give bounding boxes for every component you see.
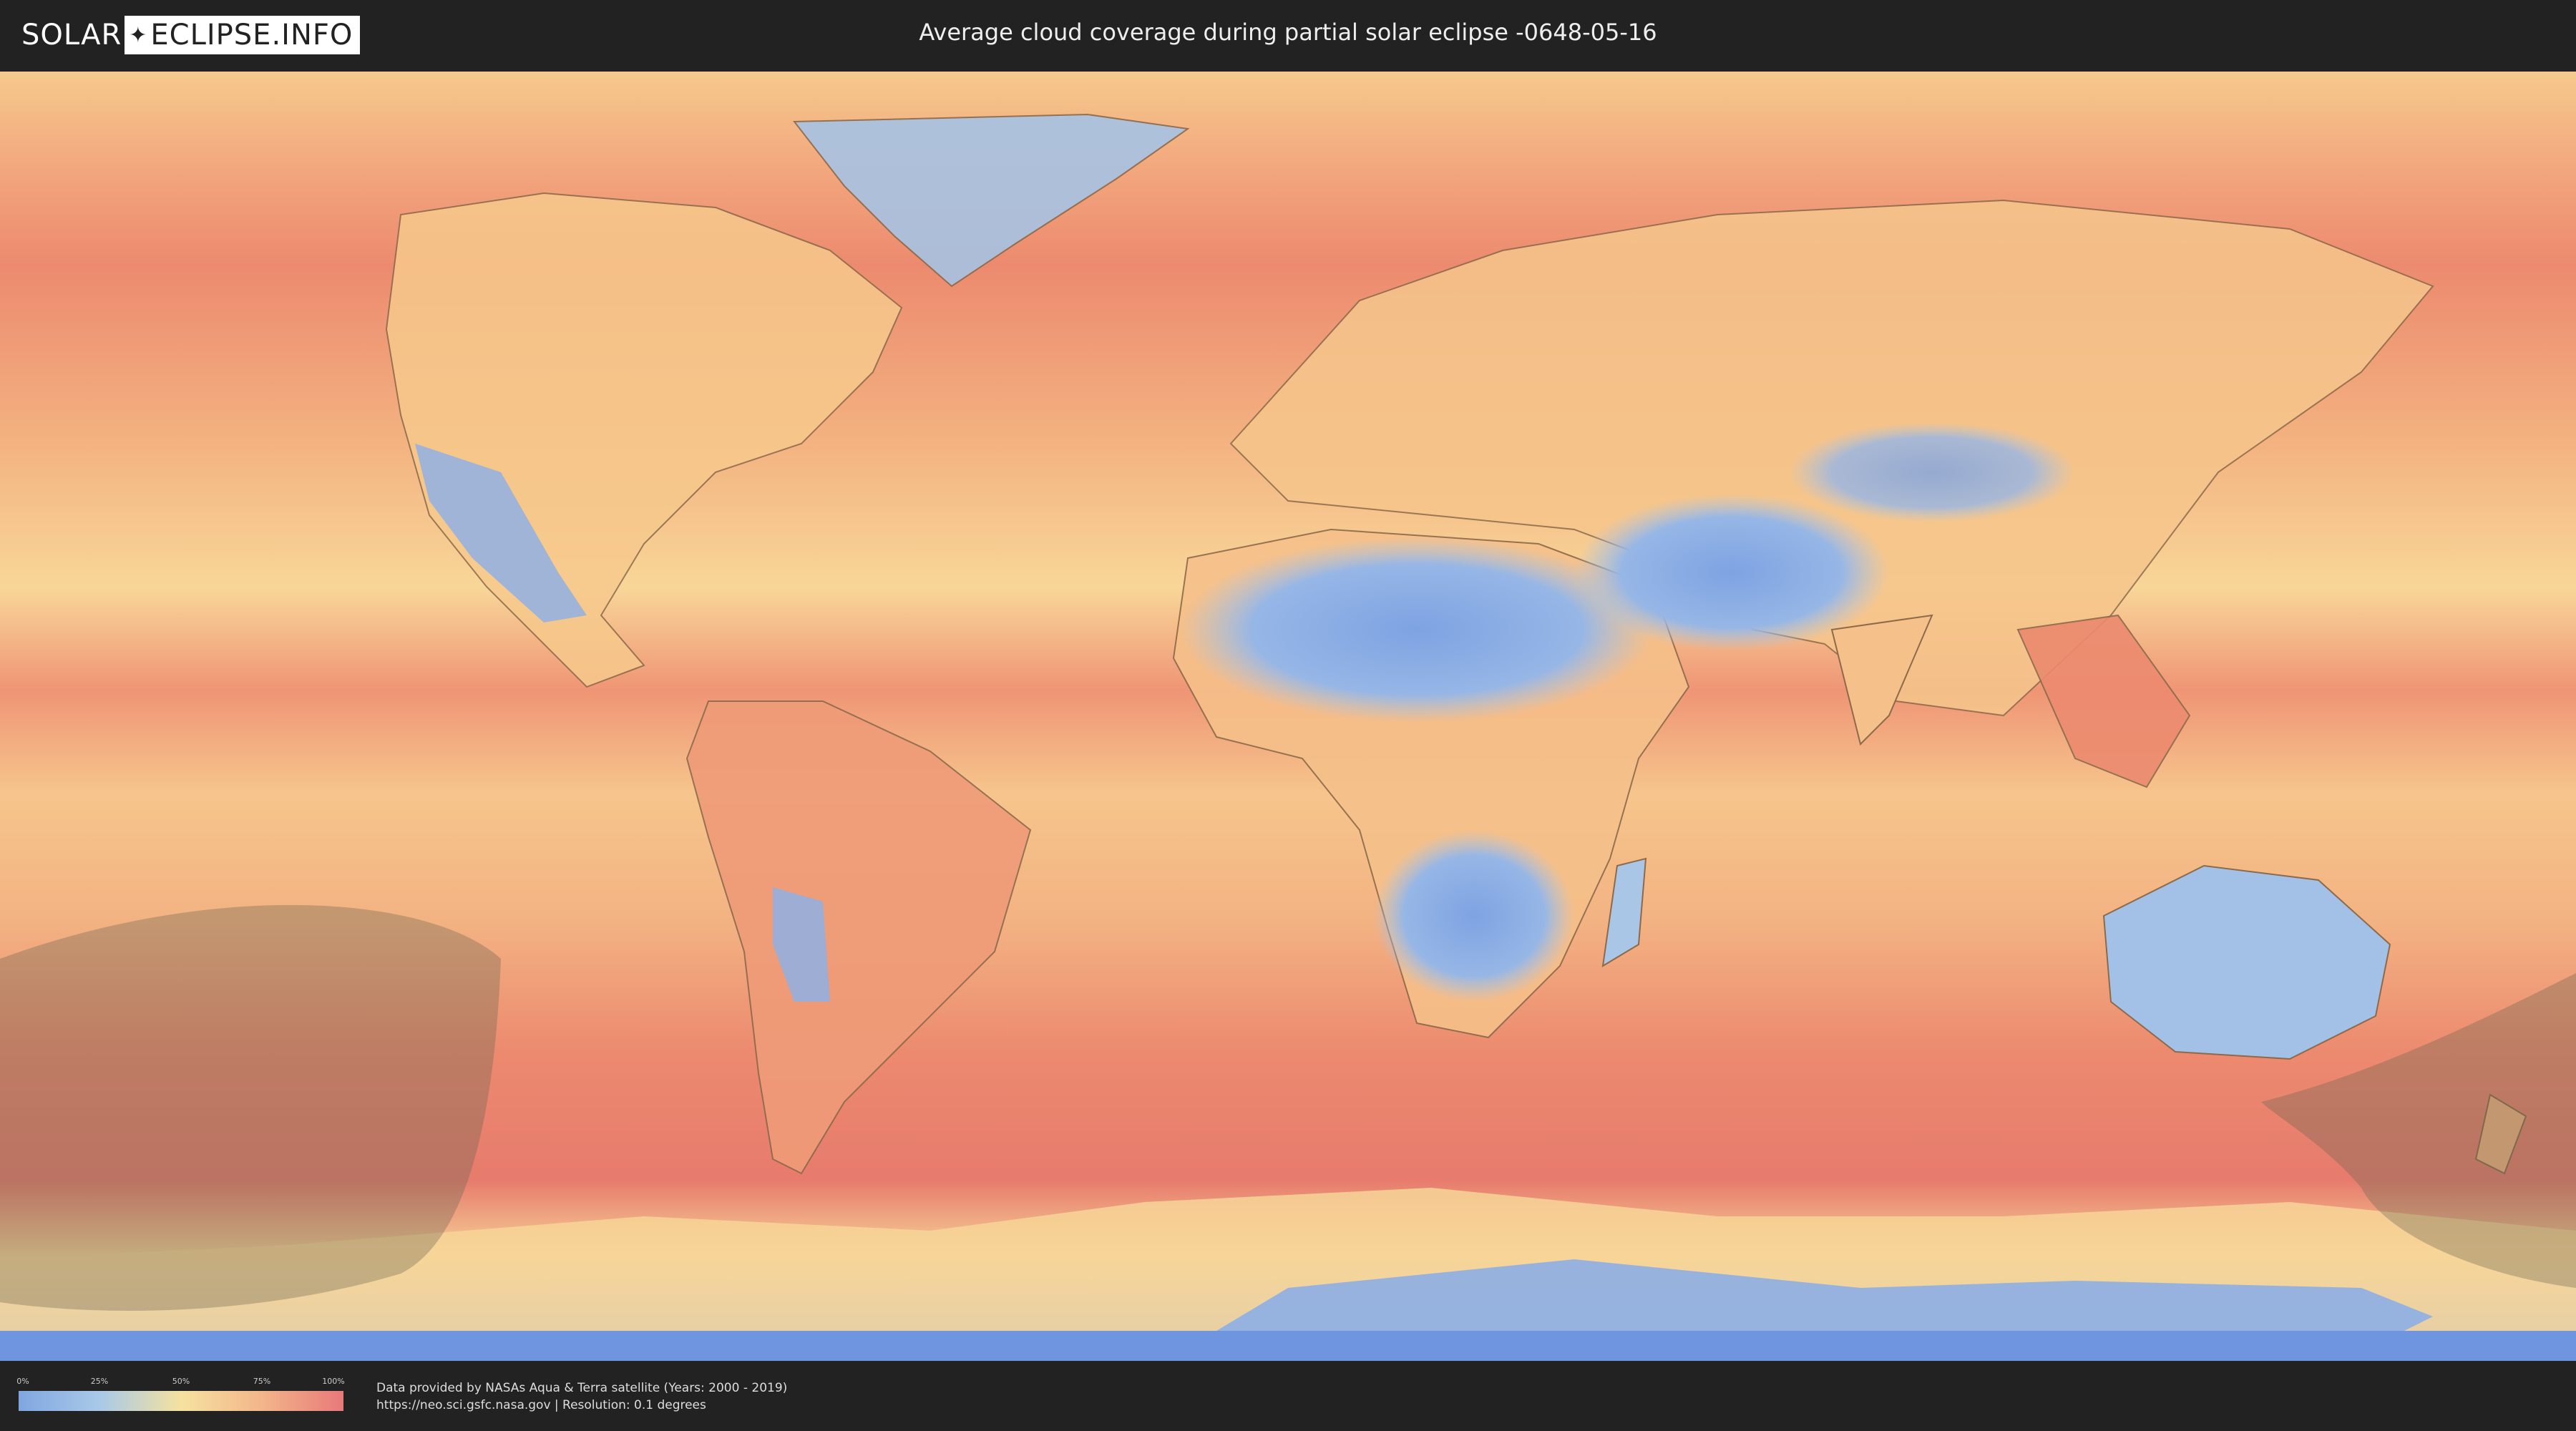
cloud-coverage-map[interactable] [0, 72, 2576, 1361]
footer-bar: 0% 25% 50% 75% 100% Data provided by NAS… [0, 1361, 2576, 1431]
legend-tick-25: 25% [90, 1377, 109, 1386]
legend-tick-0: 0% [16, 1377, 29, 1386]
legend-tick-50: 50% [172, 1377, 190, 1386]
legend-gradient-bar [19, 1391, 343, 1411]
world-map-icon [0, 72, 2576, 1361]
page-title: Average cloud coverage during partial so… [919, 19, 1657, 46]
credit-line-url[interactable]: https://neo.sci.gsfc.nasa.gov | Resoluti… [376, 1397, 787, 1414]
antarctica-interior [0, 1331, 2576, 1361]
legend-tick-100: 100% [322, 1377, 345, 1386]
cloud-coverage-legend: 0% 25% 50% 75% 100% [16, 1377, 345, 1412]
eclipse-penumbra-shadow-west [0, 904, 501, 1311]
legend-tick-75: 75% [253, 1377, 271, 1386]
data-credits: Data provided by NASAs Aqua & Terra sate… [376, 1379, 787, 1414]
credit-line-source: Data provided by NASAs Aqua & Terra sate… [376, 1381, 788, 1395]
header-bar: SOLAR ✦ ECLIPSE.INFO Average cloud cover… [0, 0, 2576, 72]
kalahari-clear [1374, 830, 1574, 1002]
central-asia-clear [1789, 422, 2075, 522]
